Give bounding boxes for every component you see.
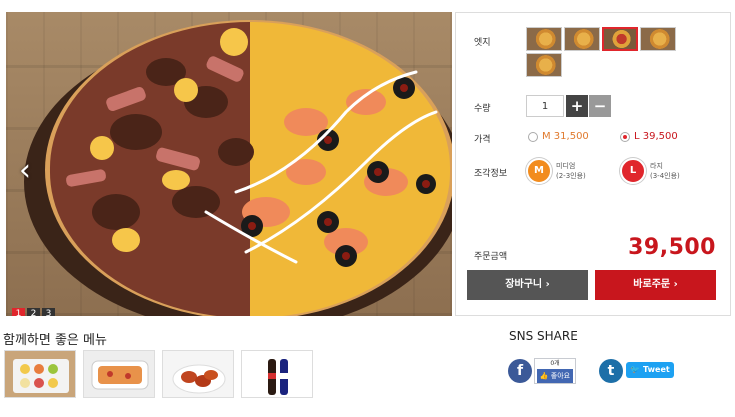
slide-pager: 1 2 3 — [12, 308, 55, 316]
quantity-label: 수량 — [474, 104, 491, 114]
soda-bottles-image — [242, 351, 312, 397]
order-options-panel: 엣지 수량 1 + − 가격 M 31,500 L 39,500 조각정보 M … — [455, 12, 731, 316]
size-medium[interactable]: M 미디엄 (2-3인용) — [526, 158, 586, 184]
facebook-icon[interactable]: f — [508, 359, 532, 383]
edge-thumbnail-selected[interactable] — [602, 27, 638, 51]
pizza-illustration — [24, 20, 452, 316]
chevron-left-icon[interactable]: ‹ — [14, 154, 36, 188]
edge-thumbnail[interactable] — [564, 27, 600, 51]
size-m-icon: M — [526, 158, 552, 184]
slice-info-label: 조각정보 — [474, 169, 508, 179]
recommended-item-soda-bottles[interactable] — [241, 350, 313, 398]
quantity-plus-button[interactable]: + — [566, 95, 588, 117]
price-option-medium[interactable]: M 31,500 — [528, 131, 589, 142]
pager-item[interactable]: 3 — [42, 308, 55, 316]
price-option-text: M 31,500 — [542, 131, 589, 142]
twitter-icon[interactable]: t — [599, 359, 623, 383]
radio-checked-icon — [620, 131, 630, 142]
order-now-button[interactable]: 바로주문 › — [595, 270, 716, 300]
price-option-text: L 39,500 — [634, 131, 678, 142]
size-serving: (3-4인용) — [650, 172, 680, 180]
size-name: 미디엄 — [556, 162, 576, 170]
size-serving: (2-3인용) — [556, 172, 586, 180]
edge-thumbnail[interactable] — [526, 27, 562, 51]
quantity-input[interactable]: 1 — [526, 95, 564, 117]
recommended-item-baked-pasta[interactable] — [83, 350, 155, 398]
total-price: 39,500 — [628, 235, 716, 260]
recommended-item-chicken-wings[interactable] — [162, 350, 234, 398]
quantity-minus-button[interactable]: − — [589, 95, 611, 117]
size-large[interactable]: L 라지 (3-4인용) — [620, 158, 680, 184]
pager-item[interactable]: 2 — [27, 308, 40, 316]
baked-pasta-image — [84, 351, 154, 397]
price-option-large[interactable]: L 39,500 — [620, 131, 678, 142]
edge-thumbnails — [526, 27, 686, 77]
side-platter-image — [5, 351, 75, 397]
quantity-stepper: 1 + − — [526, 95, 611, 117]
like-label: 👍 좋아요 — [537, 369, 573, 383]
tweet-button[interactable]: 🐦 Tweet — [626, 362, 674, 378]
size-l-icon: L — [620, 158, 646, 184]
edge-thumbnail[interactable] — [526, 53, 562, 77]
total-label: 주문금액 — [474, 252, 508, 262]
edge-label: 엣지 — [474, 38, 491, 48]
size-name: 라지 — [650, 162, 663, 170]
add-to-cart-button[interactable]: 장바구니 › — [467, 270, 588, 300]
edge-thumbnail[interactable] — [640, 27, 676, 51]
recommended-item-side-platter[interactable] — [4, 350, 76, 398]
price-label: 가격 — [474, 135, 491, 145]
facebook-like-button[interactable]: 0개 👍 좋아요 — [534, 358, 576, 384]
pizza-hero-image: ‹ 1 2 3 — [6, 12, 452, 316]
like-count: 0개 — [550, 360, 560, 367]
radio-icon — [528, 131, 538, 142]
sns-share-title: SNS SHARE — [509, 329, 578, 343]
pager-item[interactable]: 1 — [12, 308, 25, 316]
recommended-menu-title: 함께하면 좋은 메뉴 — [3, 333, 107, 348]
chicken-wings-image — [163, 351, 233, 397]
